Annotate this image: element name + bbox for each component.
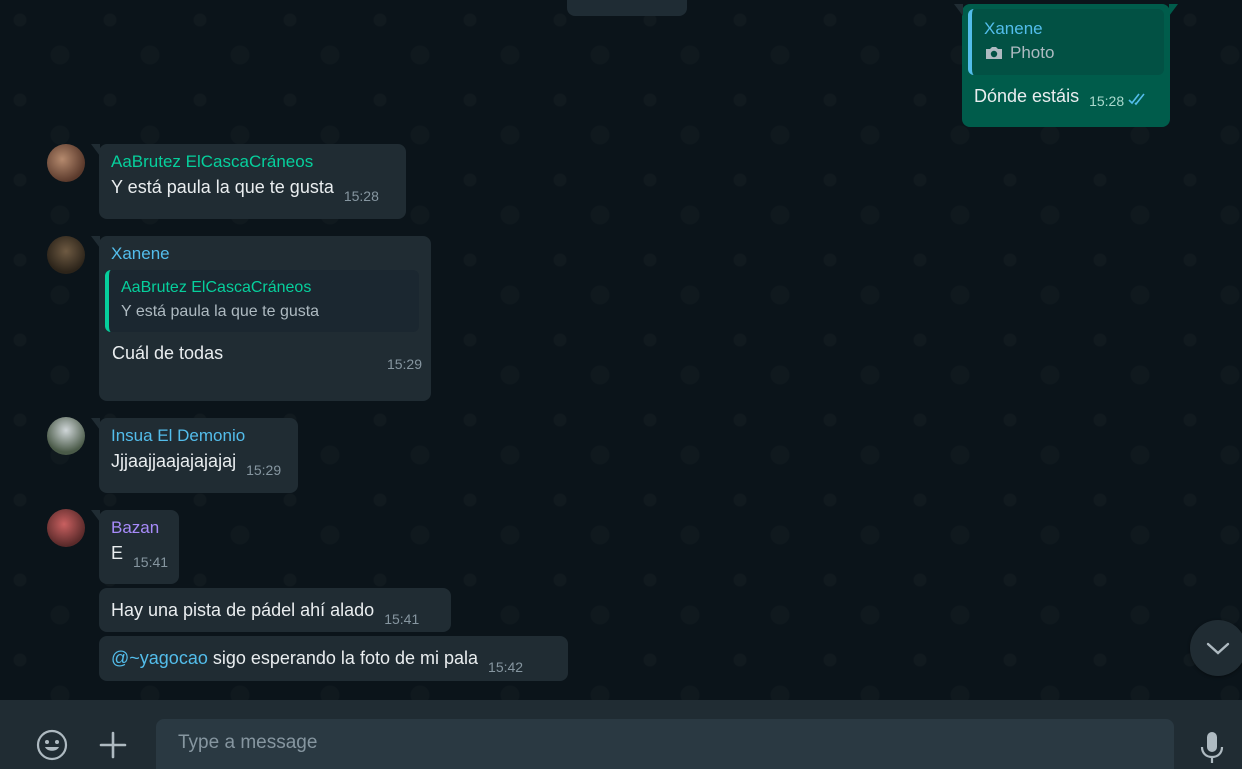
avatar[interactable] bbox=[47, 236, 85, 274]
message-sender[interactable]: Xanene bbox=[105, 242, 422, 266]
message-bubble[interactable]: AaBrutez ElCascaCráneos Y está paula la … bbox=[91, 144, 406, 219]
scroll-to-bottom-button[interactable] bbox=[1190, 620, 1242, 676]
message-time: 15:42 bbox=[488, 659, 524, 675]
message-sender[interactable]: Insua El Demonio bbox=[111, 424, 289, 448]
chat-messages-area[interactable]: Xanene Photo Dónde estáis 15:28 AaBrutez… bbox=[0, 0, 1242, 700]
camera-icon bbox=[986, 47, 1002, 59]
message-bubble[interactable]: Hay una pista de pádel ahí alado 15:41 bbox=[99, 588, 451, 632]
quote-label: Photo bbox=[1010, 43, 1055, 62]
avatar[interactable] bbox=[47, 144, 85, 182]
quote-sender: AaBrutez ElCascaCráneos bbox=[121, 279, 312, 296]
quoted-message[interactable]: AaBrutez ElCascaCráneos Y está paula la … bbox=[105, 270, 419, 332]
message-time: 15:28 bbox=[343, 188, 379, 204]
message-time: 15:28 bbox=[1089, 93, 1125, 109]
mention-link[interactable]: @~yagocao bbox=[111, 648, 208, 668]
message-bubble[interactable]: Xanene AaBrutez ElCascaCráneos Y está pa… bbox=[91, 236, 431, 401]
message-bubble[interactable]: Bazan E 15:41 bbox=[91, 510, 179, 584]
emoji-icon bbox=[36, 729, 68, 761]
microphone-icon bbox=[1200, 732, 1224, 763]
quote-content: Photo bbox=[984, 41, 1154, 65]
message-input[interactable] bbox=[156, 719, 1174, 769]
message-bubble[interactable]: Insua El Demonio Jjjaajjaajajajajaj 15:2… bbox=[91, 418, 298, 493]
message-text: Dónde estáis bbox=[974, 86, 1080, 106]
message-time: 15:41 bbox=[384, 611, 420, 627]
message-text-container: @~yagocao sigo esperando la foto de mi p… bbox=[111, 645, 478, 671]
message-text: Y está paula la que te gusta bbox=[111, 177, 334, 197]
message-sender[interactable]: AaBrutez ElCascaCráneos bbox=[111, 150, 397, 174]
quote-text: Y está paula la que te gusta bbox=[121, 303, 320, 320]
message-bubble[interactable]: @~yagocao sigo esperando la foto de mi p… bbox=[99, 636, 568, 681]
quoted-photo[interactable]: Xanene Photo bbox=[968, 9, 1164, 75]
message-bubble-outgoing[interactable]: Xanene Photo Dónde estáis 15:28 bbox=[954, 4, 1178, 127]
message-text: Jjjaajjaajajajajaj bbox=[111, 451, 237, 471]
quote-sender: Xanene bbox=[984, 19, 1043, 38]
voice-message-button[interactable] bbox=[1198, 730, 1226, 769]
avatar[interactable] bbox=[47, 509, 85, 547]
avatar[interactable] bbox=[47, 417, 85, 455]
message-text: sigo esperando la foto de mi pala bbox=[207, 648, 479, 668]
message-text: Hay una pista de pádel ahí alado bbox=[111, 600, 375, 620]
attach-button[interactable] bbox=[98, 730, 128, 765]
composer-bar bbox=[0, 700, 1242, 769]
date-divider bbox=[567, 0, 687, 16]
message-time: 15:41 bbox=[133, 554, 169, 570]
message-sender[interactable]: Bazan bbox=[111, 516, 170, 540]
message-text: Cuál de todas bbox=[112, 343, 224, 363]
message-time: 15:29 bbox=[386, 356, 422, 372]
message-text: E bbox=[111, 543, 124, 563]
plus-icon bbox=[99, 731, 127, 759]
message-time: 15:29 bbox=[246, 462, 282, 478]
chevron-down-icon bbox=[1206, 642, 1230, 655]
emoji-button[interactable] bbox=[35, 728, 69, 767]
double-check-icon bbox=[1128, 93, 1145, 106]
